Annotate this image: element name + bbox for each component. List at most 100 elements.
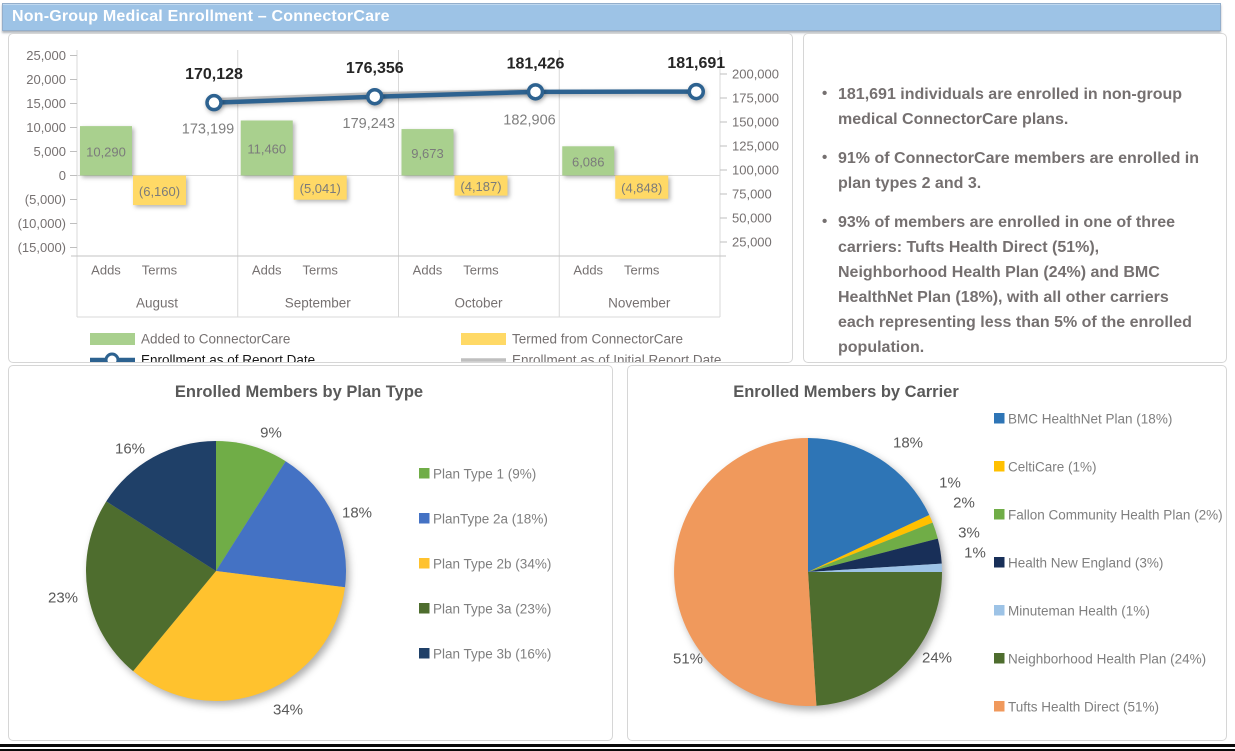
page-title: Non-Group Medical Enrollment – Connector… — [12, 8, 390, 26]
subcategory-label: Terms — [303, 263, 339, 278]
bar-terms-value: (6,160) — [139, 184, 180, 199]
pie — [86, 441, 346, 701]
right-axis-tick-label: 25,000 — [732, 235, 772, 250]
month-label: September — [285, 296, 352, 311]
bar-adds-value: 11,460 — [247, 141, 286, 156]
left-axis-tick-label: 0 — [59, 168, 66, 183]
legend-label: Enrollment as of Initial Report Date — [512, 353, 721, 363]
pie-percent-label: 3% — [958, 525, 980, 542]
legend-swatch — [994, 413, 1005, 424]
page-title-bar: Non-Group Medical Enrollment – Connector… — [2, 3, 1221, 31]
bar-terms-value: (4,848) — [621, 181, 662, 196]
left-axis-tick-label: (10,000) — [18, 216, 66, 231]
pie-percent-label: 2% — [953, 495, 975, 512]
legend-swatch — [994, 509, 1005, 520]
month-label: August — [136, 296, 178, 311]
legend-label: Plan Type 3b (16%) — [433, 647, 551, 662]
legend-swatch — [419, 513, 430, 524]
bullet-item: 91% of ConnectorCare members are enrolle… — [820, 146, 1206, 196]
left-axis-tick-label: (15,000) — [18, 240, 66, 255]
pie-percent-label: 16% — [115, 441, 145, 458]
legend-label: BMC HealthNet Plan (18%) — [1008, 412, 1172, 427]
subcategory-label: Adds — [252, 263, 282, 278]
initial-enrollment-value-label: 173,199 — [182, 122, 234, 138]
legend-swatch — [419, 648, 430, 659]
pie-percent-label: 18% — [893, 435, 923, 452]
bottom-double-rule — [0, 744, 1235, 751]
legend-swatch — [90, 333, 135, 345]
bar-terms-value: (5,041) — [300, 181, 341, 196]
legend-label: CeltiCare (1%) — [1008, 460, 1097, 475]
pie-percent-label: 1% — [964, 545, 986, 562]
left-axis-tick-label: 5,000 — [33, 144, 66, 159]
pie-percent-label: 34% — [273, 702, 303, 719]
enrollment-trend-panel: 25,000 20,000 15,000 10,000 5,000 0 (5,000) (10… — [8, 33, 793, 363]
subcategory-label: Terms — [624, 263, 660, 278]
left-axis-tick-label: 10,000 — [26, 120, 66, 135]
bar-terms-value: (4,187) — [460, 179, 501, 194]
right-axis-tick-label: 75,000 — [732, 187, 772, 202]
pie-percent-label: 18% — [342, 505, 372, 522]
left-axis-tick-label: 15,000 — [26, 96, 66, 111]
pie — [674, 438, 942, 706]
enrollment-trend-chart: 25,000 20,000 15,000 10,000 5,000 0 (5,000) (10… — [9, 34, 792, 362]
enrollment-value-label: 181,426 — [507, 55, 565, 72]
legend-label: Minuteman Health (1%) — [1008, 604, 1150, 619]
enrollment-value-label: 181,691 — [667, 55, 725, 72]
right-axis-tick-label: 50,000 — [732, 211, 772, 226]
legend-swatch — [994, 605, 1005, 616]
report-date-marker — [529, 85, 543, 99]
pie-percent-label: 9% — [260, 425, 282, 442]
right-axis-tick-label: 100,000 — [732, 163, 779, 178]
enrollment-value-label: 170,128 — [185, 66, 243, 83]
bar-adds-value: 6,086 — [572, 154, 605, 169]
legend-label: Neighborhood Health Plan (24%) — [1008, 652, 1206, 667]
month-label: October — [454, 296, 503, 311]
left-axis-tick-label: 25,000 — [26, 48, 66, 63]
legend-label: PlanType 2a (18%) — [433, 512, 548, 527]
legend-swatch — [419, 558, 430, 569]
report-date-marker — [368, 90, 382, 104]
subcategory-label: Terms — [142, 263, 178, 278]
plan-type-pie-chart: Enrolled Members by Plan Type 9% 18% 34% 23%… — [9, 366, 612, 740]
legend-swatch — [419, 468, 430, 479]
subcategory-label: Adds — [573, 263, 603, 278]
initial-enrollment-value-label: 182,906 — [503, 112, 555, 128]
legend-swatch — [994, 557, 1005, 568]
enrollment-value-label: 176,356 — [346, 60, 404, 77]
pie-title: Enrolled Members by Plan Type — [175, 383, 423, 401]
pie-title: Enrolled Members by Carrier — [733, 383, 959, 401]
month-label: November — [608, 296, 671, 311]
legend-label: Fallon Community Health Plan (2%) — [1008, 508, 1223, 523]
carrier-pie-panel: Enrolled Members by Carrier 18% 1% 2% 3% 1% 24… — [627, 365, 1227, 741]
pie-percent-label: 51% — [673, 651, 703, 668]
legend-marker-sample — [106, 354, 118, 362]
bar-adds-value: 10,290 — [86, 144, 126, 159]
enrollment-dashboard: Non-Group Medical Enrollment – Connector… — [0, 0, 1235, 751]
legend-label: Plan Type 2b (34%) — [433, 557, 551, 572]
key-findings-panel: 181,691 individuals are enrolled in non-… — [803, 33, 1227, 363]
legend-label: Added to ConnectorCare — [141, 332, 290, 347]
subcategory-label: Adds — [91, 263, 121, 278]
left-axis-tick-label: 20,000 — [26, 72, 66, 87]
legend-label: Plan Type 3a (23%) — [433, 602, 551, 617]
legend-label: Tufts Health Direct (51%) — [1008, 700, 1159, 715]
legend-swatch — [461, 333, 506, 345]
legend-label: Plan Type 1 (9%) — [433, 467, 536, 482]
legend-swatch — [994, 701, 1005, 712]
pie-percent-label: 1% — [939, 475, 961, 492]
bullet-item: 181,691 individuals are enrolled in non-… — [820, 82, 1206, 132]
right-axis-tick-label: 125,000 — [732, 139, 779, 154]
subcategory-label: Terms — [463, 263, 499, 278]
legend-swatch — [994, 461, 1005, 472]
pie-percent-label: 23% — [48, 590, 78, 607]
pie-slice-24% — [808, 572, 942, 706]
pie-percent-label: 24% — [922, 650, 952, 667]
right-axis-tick-label: 150,000 — [732, 115, 779, 130]
key-findings-list: 181,691 individuals are enrolled in non-… — [804, 34, 1226, 360]
report-date-marker — [689, 85, 703, 99]
legend-label: Enrollment as of Report Date — [141, 353, 315, 363]
subcategory-label: Adds — [413, 263, 443, 278]
plan-type-pie-panel: Enrolled Members by Plan Type 9% 18% 34% 23%… — [8, 365, 613, 741]
left-axis-tick-label: (5,000) — [25, 192, 66, 207]
